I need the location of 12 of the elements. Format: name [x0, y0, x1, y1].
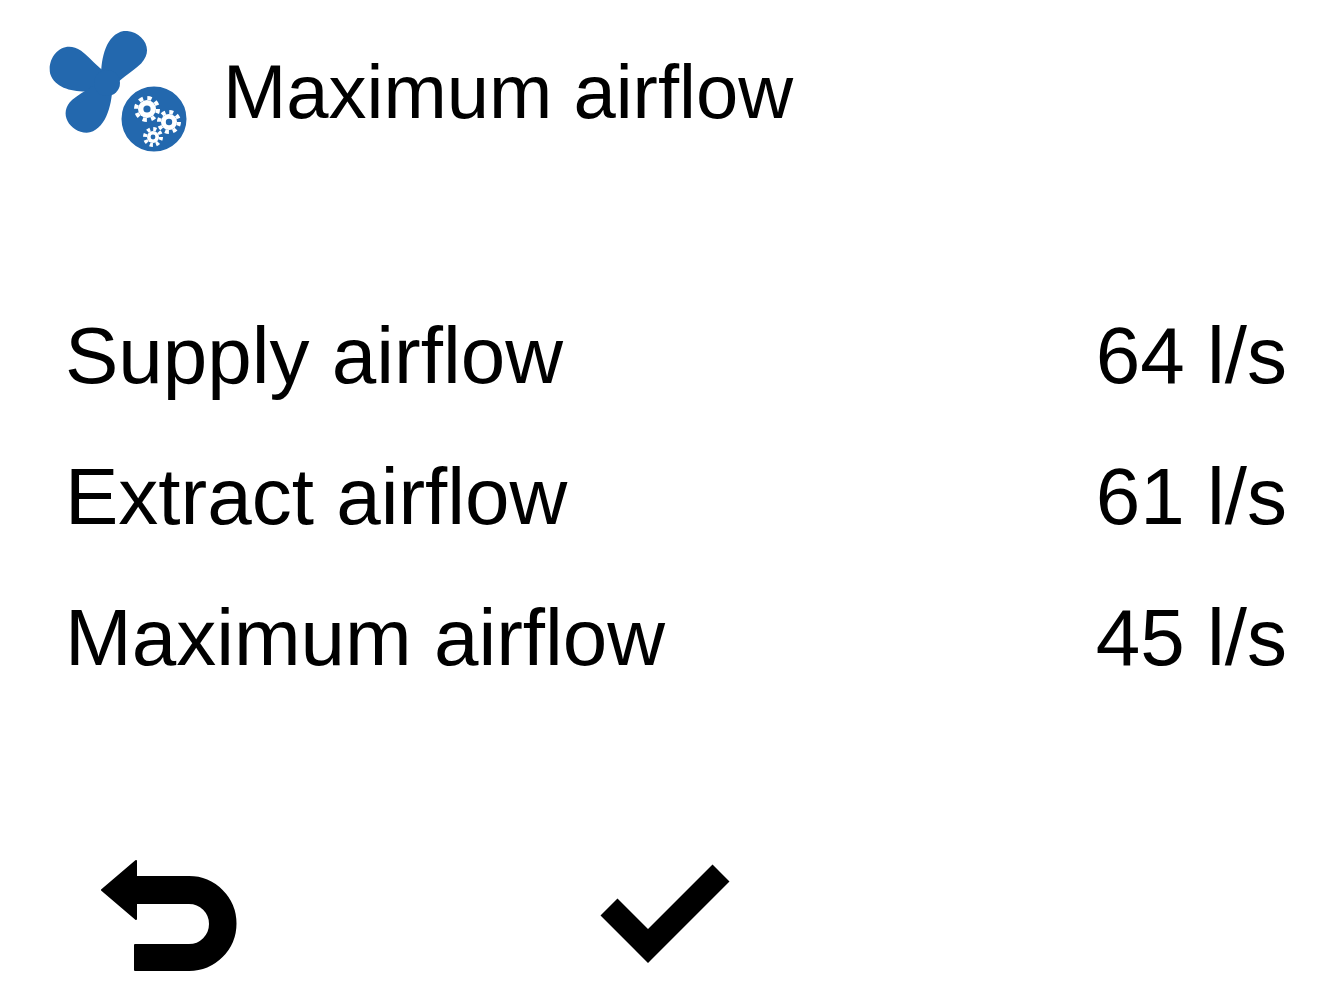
setting-value: 64 l/s: [1095, 310, 1287, 402]
setting-label: Supply airflow: [65, 310, 564, 402]
setting-label: Extract airflow: [65, 451, 569, 543]
setting-value: 61 l/s: [1095, 451, 1287, 543]
fan-gears-icon: [49, 31, 189, 152]
back-button[interactable]: [101, 858, 237, 972]
setting-value: 45 l/s: [1095, 592, 1287, 684]
back-arrow-icon: [101, 858, 237, 972]
setting-label: Maximum airflow: [65, 592, 667, 684]
confirm-button[interactable]: [600, 862, 730, 964]
screen-title: Maximum airflow: [223, 47, 794, 136]
checkmark-icon: [600, 862, 730, 964]
